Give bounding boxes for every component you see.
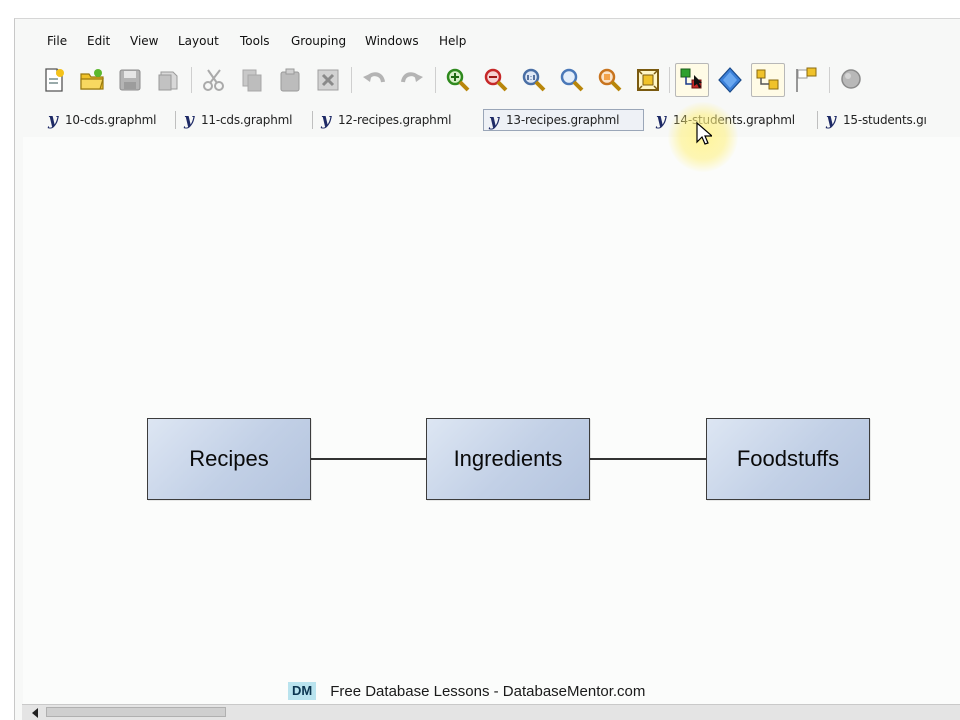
flag-icon	[796, 67, 817, 92]
tab-separator	[175, 111, 176, 129]
edit-mode-icon	[680, 68, 702, 89]
toolbar-separator	[351, 67, 352, 93]
zoom-in-icon	[446, 68, 470, 92]
menu-help[interactable]: Help	[439, 33, 466, 49]
document-tab-bar: y 10-cds.graphml y 11-cds.graphml y 12-r…	[39, 107, 960, 133]
open-folder-icon	[80, 69, 104, 90]
menu-tools[interactable]: Tools	[240, 33, 270, 49]
redo-icon	[401, 72, 423, 83]
watermark-badge: DM	[288, 682, 317, 700]
properties-button[interactable]	[151, 63, 185, 97]
navigation-mode-icon	[718, 67, 742, 93]
new-document-icon	[45, 68, 64, 92]
watermark-text: Free Database Lessons - DatabaseMentor.c…	[330, 682, 646, 700]
copy-button[interactable]	[235, 63, 269, 97]
tab-label: 13-recipes.graphml	[506, 113, 620, 127]
tab-12-recipes[interactable]: y 12-recipes.graphml	[316, 109, 476, 131]
zoom-in-button[interactable]	[441, 63, 475, 97]
tab-13-recipes[interactable]: y 13-recipes.graphml	[483, 109, 644, 131]
tab-label: 12-recipes.graphml	[338, 113, 452, 127]
entity-label: Foodstuffs	[736, 446, 840, 471]
zoom-actual-size-icon	[522, 68, 546, 92]
save-icon	[119, 69, 141, 91]
fit-content-button[interactable]	[631, 63, 665, 97]
horizontal-scrollbar[interactable]	[22, 704, 960, 720]
tab-label: 10-cds.graphml	[65, 113, 157, 127]
entity-recipes[interactable]: Recipes	[147, 418, 311, 500]
toolbar-separator	[191, 67, 192, 93]
yed-file-icon: y	[184, 110, 194, 130]
menu-view[interactable]: View	[130, 33, 158, 49]
zoom-button[interactable]	[555, 63, 589, 97]
zoom-out-button[interactable]	[479, 63, 513, 97]
zoom-icon	[560, 68, 584, 92]
relationship-ingredients-foodstuffs[interactable]	[590, 458, 706, 460]
zoom-area-button[interactable]	[593, 63, 627, 97]
open-button[interactable]	[75, 63, 109, 97]
entity-foodstuffs[interactable]: Foodstuffs	[706, 418, 870, 500]
yed-file-icon: y	[489, 111, 499, 131]
paste-icon	[280, 68, 300, 92]
toolbar-separator	[435, 67, 436, 93]
yed-file-icon: y	[656, 110, 666, 130]
zoom-area-icon	[598, 68, 622, 92]
tab-label: 11-cds.graphml	[201, 113, 293, 127]
tab-15-students[interactable]: y 15-students.gı	[821, 109, 951, 131]
menu-bar: File Edit View Layout Tools Grouping Win…	[15, 31, 960, 51]
paste-button[interactable]	[273, 63, 307, 97]
yed-file-icon: y	[826, 110, 836, 130]
scroll-left-arrow-icon[interactable]	[32, 708, 38, 718]
undo-button[interactable]	[357, 63, 391, 97]
tab-11-cds[interactable]: y 11-cds.graphml	[179, 109, 309, 131]
tab-separator	[817, 111, 818, 129]
redo-button[interactable]	[395, 63, 429, 97]
delete-icon	[317, 69, 339, 91]
cut-button[interactable]	[197, 63, 231, 97]
tab-14-students[interactable]: y 14-students.graphml	[651, 109, 813, 131]
save-button[interactable]	[113, 63, 147, 97]
flag-button[interactable]	[789, 63, 823, 97]
magnifier-button[interactable]	[835, 63, 869, 97]
toolbar-separator	[669, 67, 670, 93]
tab-separator	[312, 111, 313, 129]
application-window: File Edit View Layout Tools Grouping Win…	[14, 18, 960, 720]
yed-file-icon: y	[48, 110, 58, 130]
new-document-button[interactable]	[37, 63, 71, 97]
zoom-out-icon	[484, 68, 508, 92]
cut-icon	[203, 69, 224, 91]
menu-grouping[interactable]: Grouping	[291, 33, 346, 49]
tab-label: 15-students.gı	[843, 113, 927, 127]
group-icon	[756, 69, 779, 90]
entity-ingredients[interactable]: Ingredients	[426, 418, 590, 500]
yed-file-icon: y	[321, 110, 331, 130]
menu-layout[interactable]: Layout	[178, 33, 219, 49]
tab-10-cds[interactable]: y 10-cds.graphml	[43, 109, 171, 131]
menu-edit[interactable]: Edit	[87, 33, 110, 49]
relationship-recipes-ingredients[interactable]	[311, 458, 426, 460]
navigation-mode-button[interactable]	[713, 63, 747, 97]
magnifier-icon	[841, 69, 861, 89]
tab-label: 14-students.graphml	[673, 113, 795, 127]
watermark: DM Free Database Lessons - DatabaseMento…	[288, 682, 645, 700]
edit-mode-button[interactable]	[675, 63, 709, 97]
fit-content-icon	[637, 69, 659, 91]
delete-button[interactable]	[311, 63, 345, 97]
menu-file[interactable]: File	[47, 33, 67, 49]
scrollbar-thumb[interactable]	[46, 707, 226, 717]
group-button[interactable]	[751, 63, 785, 97]
toolbar-separator	[829, 67, 830, 93]
entity-label: Recipes	[189, 446, 269, 471]
diagram-canvas[interactable]: Recipes Ingredients Foodstuffs	[23, 137, 960, 707]
entity-label: Ingredients	[453, 446, 563, 471]
zoom-actual-size-button[interactable]	[517, 63, 551, 97]
properties-icon	[158, 71, 178, 91]
toolbar	[35, 59, 955, 99]
copy-icon	[242, 69, 262, 92]
menu-windows[interactable]: Windows	[365, 33, 419, 49]
undo-icon	[363, 72, 385, 83]
